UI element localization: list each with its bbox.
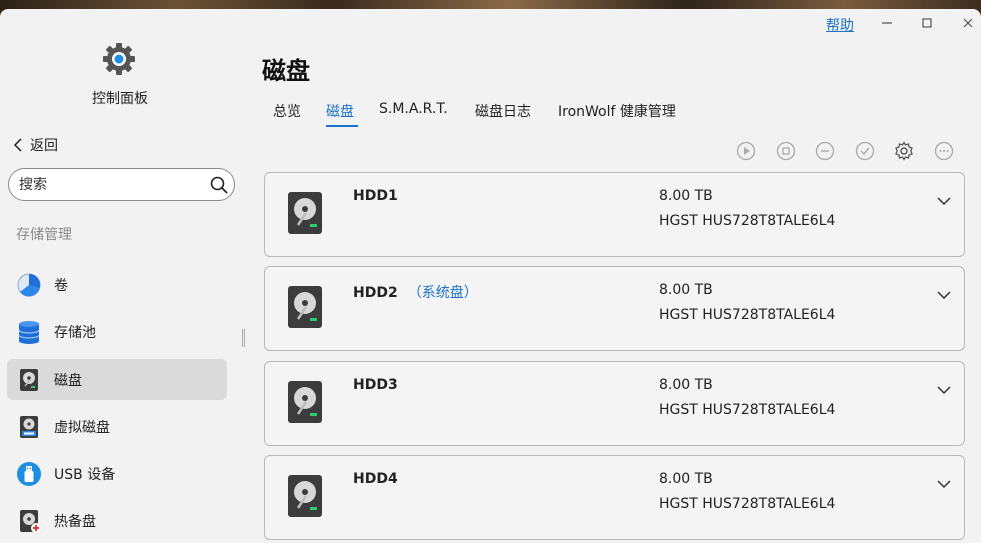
chevron-down-icon[interactable] <box>936 287 952 303</box>
disk-model: HGST HUS728T8TALE6L4 <box>659 402 836 418</box>
sidebar-item-usb-device[interactable]: USB 设备 <box>7 453 227 494</box>
disk-name: HDD2 （系统盘） <box>353 285 478 301</box>
disk-model: HGST HUS728T8TALE6L4 <box>659 496 836 512</box>
system-disk-tag: （系统盘） <box>407 285 478 301</box>
hdd-icon <box>288 475 322 517</box>
chevron-down-icon[interactable] <box>936 382 952 398</box>
maximize-icon[interactable] <box>919 15 935 31</box>
tab-disk-log[interactable]: 磁盘日志 <box>475 101 531 121</box>
search-input[interactable] <box>19 175 209 195</box>
hdd-icon <box>288 192 322 234</box>
back-label: 返回 <box>30 138 58 154</box>
database-icon <box>18 320 40 344</box>
check-icon[interactable] <box>855 141 875 161</box>
gear-icon <box>103 43 135 75</box>
sidebar-item-label: 磁盘 <box>54 372 82 389</box>
disk-model: HGST HUS728T8TALE6L4 <box>659 307 836 323</box>
sidebar-item-storage-pool[interactable]: 存储池 <box>7 311 227 352</box>
usb-icon <box>17 461 41 486</box>
section-label-storage: 存储管理 <box>16 227 72 243</box>
control-panel-window: 帮助 控制面板 返回 搜索 存储管理 卷 存储池 磁盘 虚拟磁盘 USB 设备 … <box>0 9 981 543</box>
chevron-left-icon <box>13 138 22 152</box>
virtual-disk-icon <box>20 415 38 438</box>
sidebar-resize-handle[interactable] <box>242 329 245 347</box>
settings-icon[interactable] <box>894 141 914 161</box>
help-link[interactable]: 帮助 <box>826 15 854 35</box>
sidebar-item-label: 卷 <box>54 277 68 294</box>
close-icon[interactable] <box>960 15 976 31</box>
disk-size: 8.00 TB <box>659 377 713 393</box>
disk-card-hdd4[interactable]: HDD4 8.00 TB HGST HUS728T8TALE6L4 <box>264 455 965 540</box>
disk-card-hdd2[interactable]: HDD2 （系统盘） 8.00 TB HGST HUS728T8TALE6L4 <box>264 266 965 351</box>
hdd-icon <box>288 286 322 328</box>
page-title: 磁盘 <box>262 57 310 85</box>
disk-card-hdd3[interactable]: HDD3 8.00 TB HGST HUS728T8TALE6L4 <box>264 361 965 446</box>
more-icon[interactable] <box>934 141 954 161</box>
tab-overview[interactable]: 总览 <box>273 101 301 121</box>
active-tab-indicator <box>326 125 358 127</box>
disk-model: HGST HUS728T8TALE6L4 <box>659 213 836 229</box>
search-box <box>8 168 235 201</box>
disk-size: 8.00 TB <box>659 282 713 298</box>
app-title: 控制面板 <box>92 91 148 107</box>
disk-size: 8.00 TB <box>659 471 713 487</box>
disk-size: 8.00 TB <box>659 188 713 204</box>
chevron-down-icon[interactable] <box>936 476 952 492</box>
tab-ironwolf-health[interactable]: IronWolf 健康管理 <box>558 101 676 121</box>
minus-icon[interactable] <box>815 141 835 161</box>
sidebar-item-volume[interactable]: 卷 <box>7 264 227 305</box>
disk-card-hdd1[interactable]: HDD1 8.00 TB HGST HUS728T8TALE6L4 <box>264 172 965 257</box>
sidebar-item-label: 热备盘 <box>54 513 96 530</box>
tab-disk[interactable]: 磁盘 <box>326 101 354 121</box>
sidebar: 控制面板 返回 存储管理 卷 <box>0 9 245 543</box>
pie-chart-icon <box>17 273 41 297</box>
sidebar-item-virtual-disk[interactable]: 虚拟磁盘 <box>7 406 227 447</box>
disk-name: HDD1 <box>353 188 398 204</box>
back-button[interactable]: 返回 <box>12 135 58 155</box>
sidebar-item-label: 虚拟磁盘 <box>54 419 110 436</box>
tab-smart[interactable]: S.M.A.R.T. <box>379 101 448 117</box>
minimize-icon[interactable] <box>879 15 895 31</box>
disk-name: HDD3 <box>353 377 398 393</box>
chevron-down-icon[interactable] <box>936 193 952 209</box>
hdd-icon <box>20 368 38 391</box>
stop-icon[interactable] <box>776 141 796 161</box>
sidebar-item-label: USB 设备 <box>54 466 116 483</box>
sidebar-item-hot-spare[interactable]: 热备盘 <box>7 500 227 541</box>
play-icon[interactable] <box>736 141 756 161</box>
sidebar-item-label: 存储池 <box>54 324 96 341</box>
search-icon[interactable] <box>210 176 228 194</box>
hdd-icon <box>288 381 322 423</box>
disk-name: HDD4 <box>353 471 398 487</box>
hot-spare-icon <box>20 509 41 533</box>
sidebar-item-disk[interactable]: 磁盘 <box>7 359 227 400</box>
